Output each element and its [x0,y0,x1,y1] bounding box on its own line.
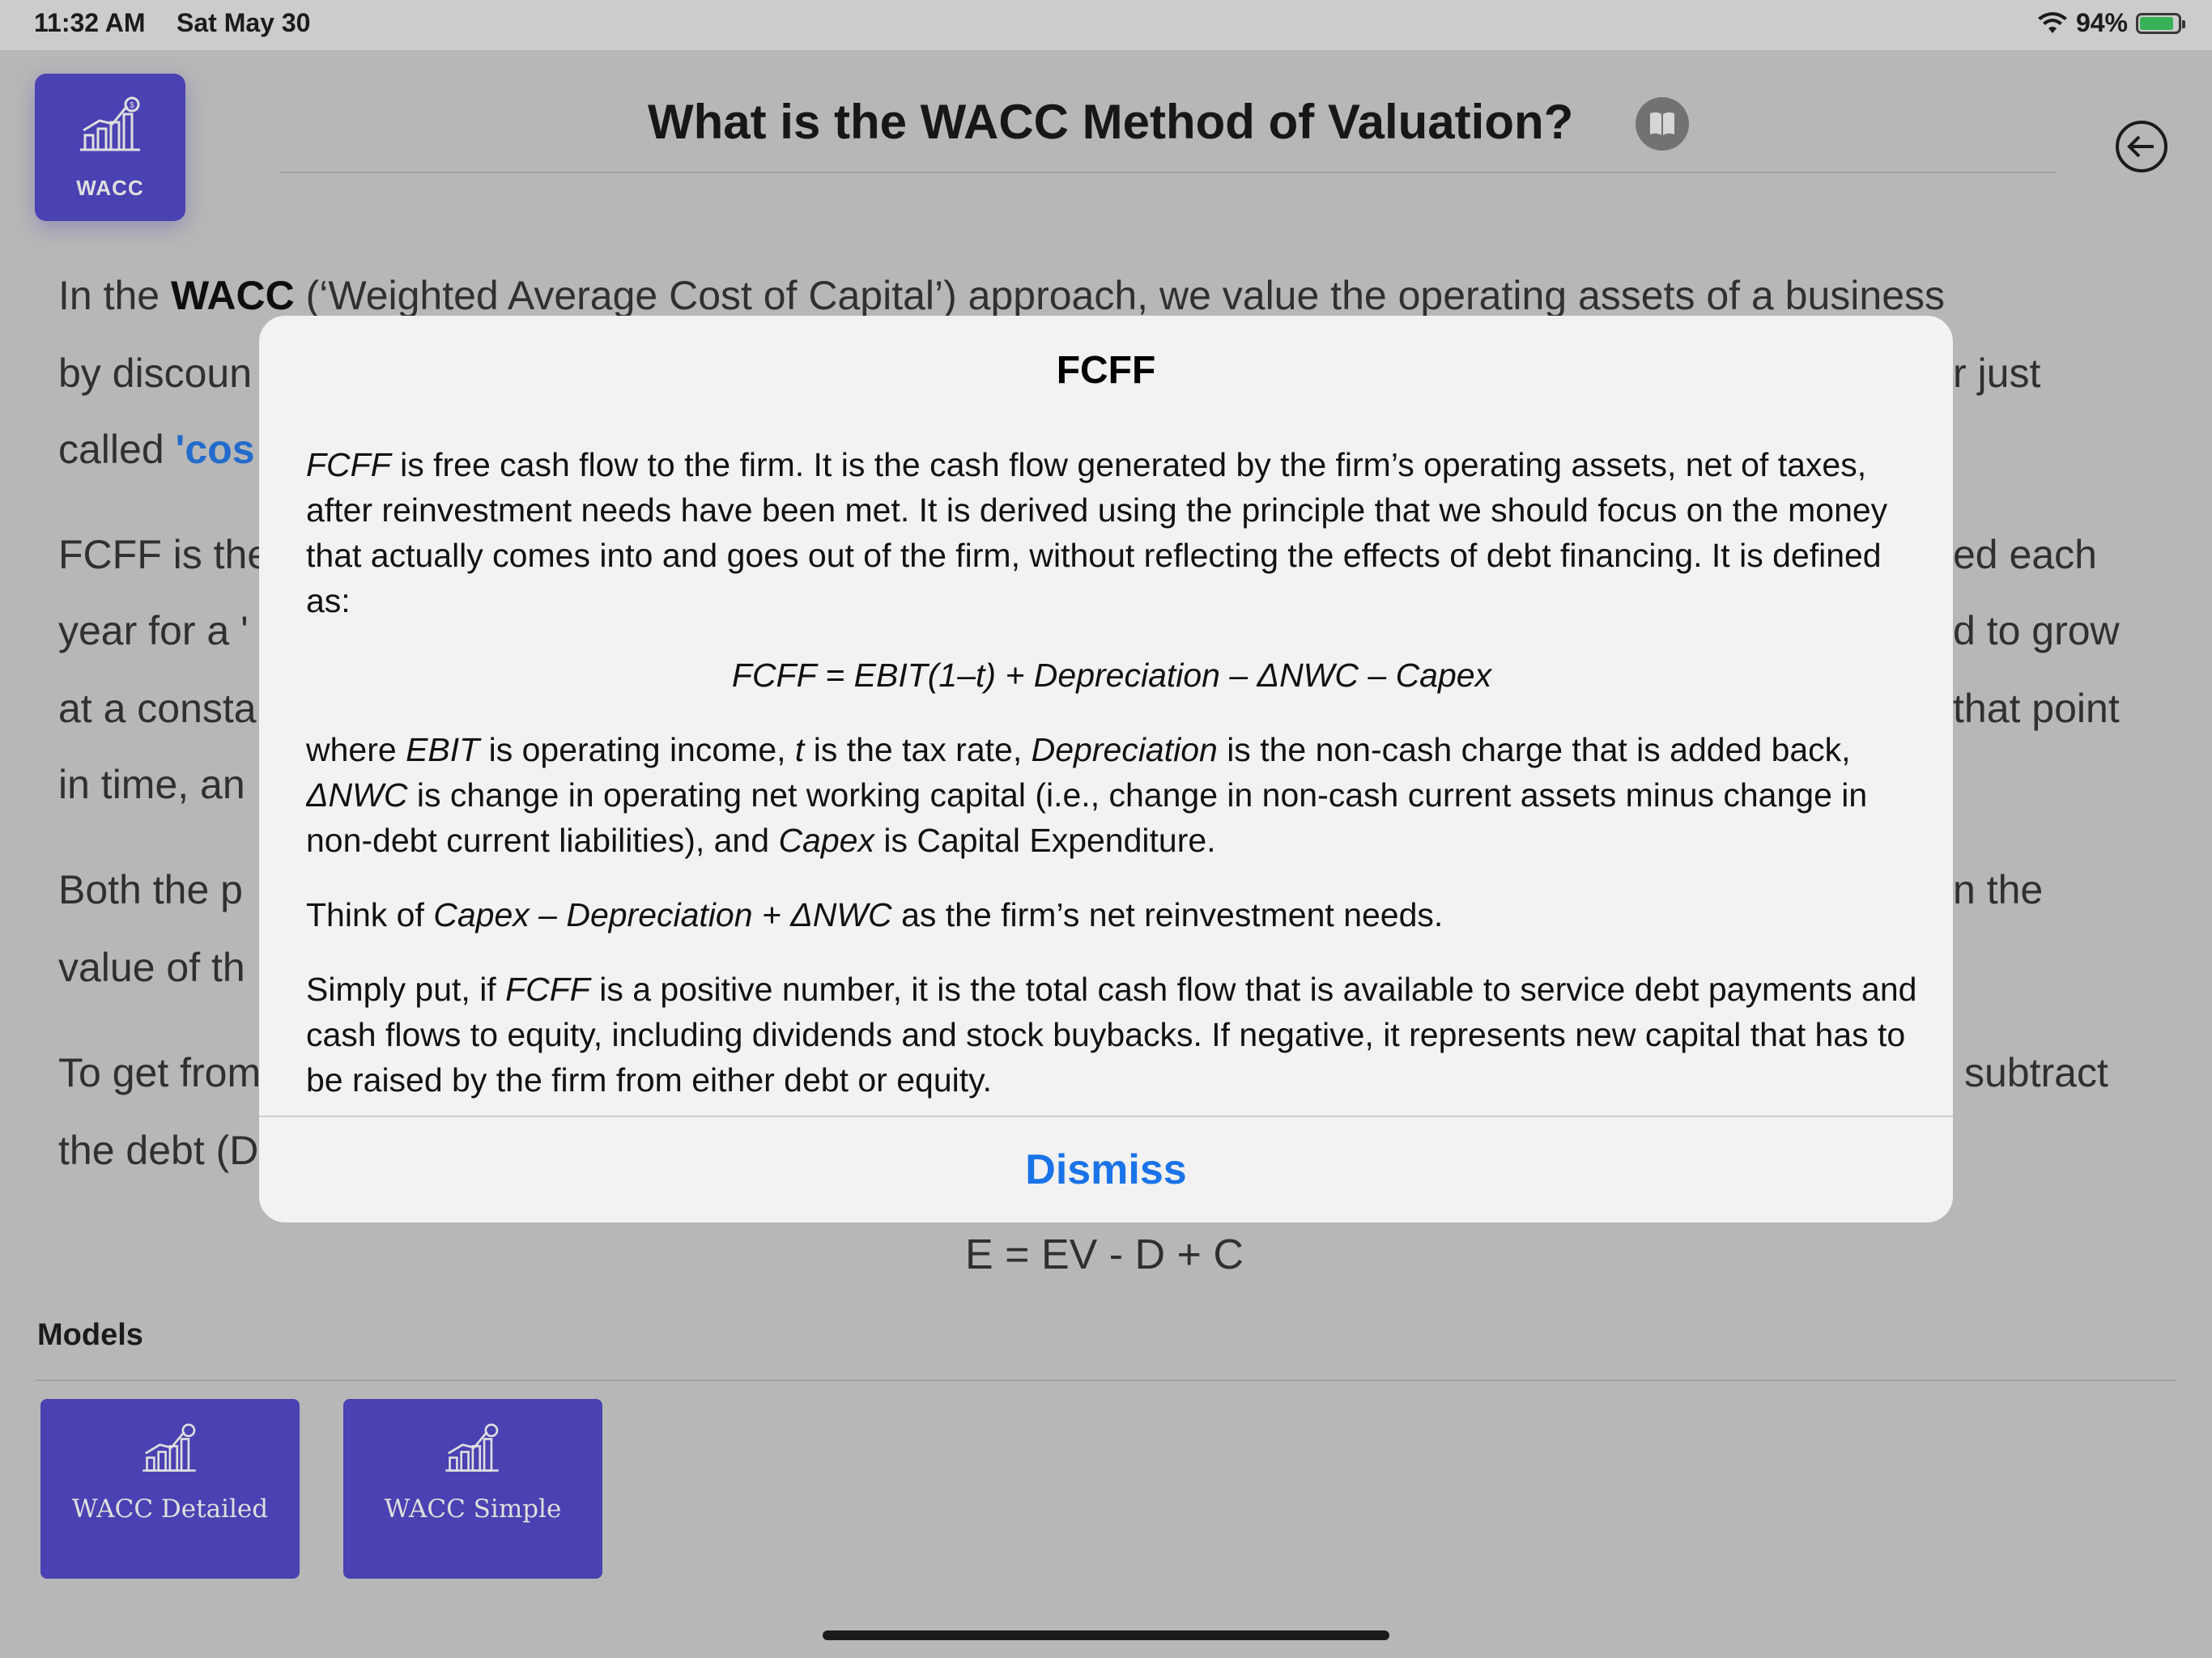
term-capex: Capex [778,822,874,859]
alert-paragraph-4: Simply put, if FCFF is a positive number… [306,967,1917,1103]
term-t: t [794,731,805,768]
screen: 11:32 AM Sat May 30 94% $ WACC What is t… [0,0,2212,1658]
term-depreciation: Depreciation [1031,731,1218,768]
alert-paragraph-1: FCFF is free cash flow to the firm. It i… [306,442,1917,623]
dismiss-button[interactable]: Dismiss [259,1117,1953,1222]
alert-text: as the firm’s net reinvestment needs. [891,896,1444,933]
term-reinvestment: Capex – Depreciation + ΔNWC [433,896,892,933]
term-delta-nwc: ΔNWC [306,776,408,814]
term-ebit: EBIT [406,731,480,768]
term-fcff: FCFF [306,446,391,483]
alert-text: Think of [306,896,434,933]
fcff-alert: FCFF FCFF is free cash flow to the firm.… [259,316,1953,1222]
alert-text: is operating income, [479,731,795,768]
alert-paragraph-2: where EBIT is operating income, t is the… [306,727,1917,863]
fcff-equation: FCFF = EBIT(1–t) + Depreciation – ΔNWC –… [731,657,1492,694]
term-fcff: FCFF [505,971,590,1008]
alert-title: FCFF [1056,349,1156,392]
alert-text: where [306,731,406,768]
alert-text: is free cash flow to the firm. It is the… [306,446,1888,619]
alert-text: is the tax rate, [804,731,1032,768]
alert-paragraph-3: Think of Capex – Depreciation + ΔNWC as … [306,892,1917,937]
alert-message-scroll[interactable]: FCFF is free cash flow to the firm. It i… [306,442,1917,1107]
alert-text: Simply put, if [306,971,506,1008]
alert-text: is the non-cash charge that is added bac… [1217,731,1851,768]
alert-text: is Capital Expenditure. [874,822,1216,859]
